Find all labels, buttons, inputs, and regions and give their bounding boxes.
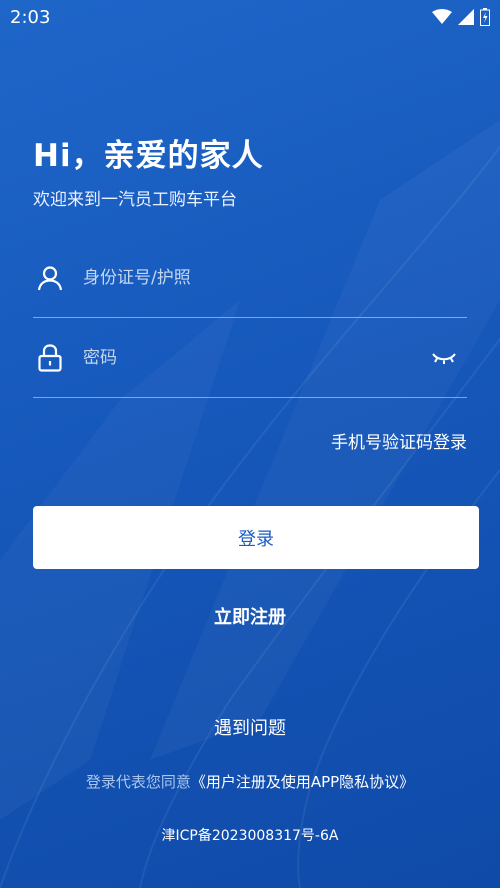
sms-login-link[interactable]: 手机号验证码登录 <box>331 428 467 453</box>
lock-icon <box>35 343 65 373</box>
privacy-agreement-link[interactable]: 《用户注册及使用APP隐私协议》 <box>191 773 414 791</box>
user-icon <box>35 263 65 293</box>
password-input[interactable] <box>81 346 429 369</box>
agreement-prefix: 登录代表您同意 <box>85 773 191 791</box>
eye-closed-icon[interactable] <box>429 343 459 373</box>
signal-icon <box>458 9 474 25</box>
battery-icon <box>480 8 490 26</box>
id-number-input[interactable] <box>81 266 467 289</box>
greeting-title: Hi，亲爱的家人 <box>33 138 264 174</box>
id-number-field <box>33 238 467 318</box>
register-link[interactable]: 立即注册 <box>0 603 500 629</box>
password-field <box>33 318 467 398</box>
welcome-subtitle: 欢迎来到一汽员工购车平台 <box>33 190 237 210</box>
help-link[interactable]: 遇到问题 <box>0 714 500 740</box>
status-icons <box>432 8 490 26</box>
icp-record: 津ICP备2023008317号-6A <box>161 828 339 844</box>
wifi-icon <box>432 9 452 24</box>
agreement-notice: 登录代表您同意《用户注册及使用APP隐私协议》 <box>0 771 500 792</box>
status-bar: 2:03 <box>0 0 500 34</box>
status-time: 2:03 <box>10 6 51 28</box>
login-button[interactable]: 登录 <box>33 506 479 569</box>
